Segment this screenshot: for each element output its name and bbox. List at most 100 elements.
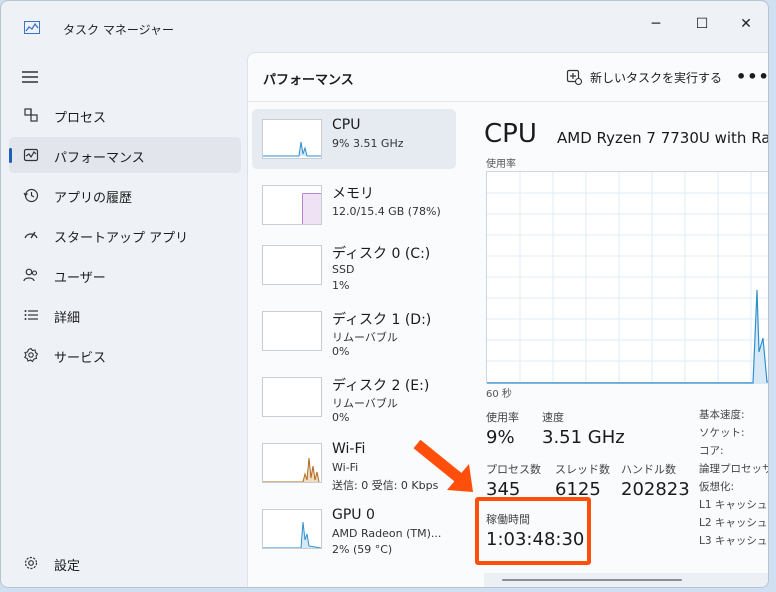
history-icon — [23, 188, 39, 203]
run-new-task-button[interactable]: 新しいタスクを実行する — [566, 65, 722, 89]
info-label-base-speed: 基本速度: — [699, 409, 745, 421]
device-thumbnail — [262, 245, 322, 285]
speed-stat-label: 速度 — [542, 411, 564, 424]
info-label-sockets: ソケット: — [699, 427, 745, 439]
graph-usage-label: 使用率 — [486, 159, 516, 170]
cpu-detail-pane: CPU AMD Ryzen 7 7730U with Radeon 使用率 — [474, 109, 769, 587]
handle-stat-value: 202823 — [621, 479, 690, 500]
sidebar-item-settings[interactable]: 設定 — [9, 545, 241, 581]
annotation-arrow-icon — [413, 439, 473, 492]
detail-title: CPU — [484, 119, 537, 149]
sidebar-item-services[interactable]: サービス — [9, 337, 241, 373]
device-thumbnail — [262, 377, 322, 417]
minimize-icon: ─ — [651, 16, 661, 32]
performance-icon — [23, 148, 39, 162]
task-manager-window: タスク マネージャー ─ ☐ ✕ プロセス パフォーマンス アプリの履歴 スター… — [0, 0, 769, 588]
cpu-usage-graph-svg — [487, 172, 768, 384]
sidebar-item-processes[interactable]: プロセス — [9, 97, 241, 133]
device-card-memory[interactable]: メモリ 12.0/15.4 GB (78%) — [252, 175, 456, 235]
users-icon — [23, 268, 38, 282]
device-thumbnail — [262, 443, 322, 483]
sidebar-item-performance[interactable]: パフォーマンス — [9, 137, 241, 173]
device-name: CPU — [332, 117, 361, 133]
device-thumbnail — [262, 185, 322, 225]
horizontal-scrollbar[interactable] — [484, 573, 768, 587]
device-detail: リムーバブル — [332, 397, 398, 410]
more-options-icon[interactable]: ••• — [736, 67, 768, 86]
details-icon — [24, 310, 38, 320]
chart-icon — [24, 21, 40, 34]
sidebar-item-label: スタートアップ アプリ — [54, 231, 189, 246]
performance-panel: パフォーマンス 新しいタスクを実行する ••• CPU 9% 3.51 GHz … — [247, 52, 769, 587]
sidebar-item-label: 設定 — [54, 559, 81, 574]
sidebar-item-label: サービス — [54, 351, 107, 366]
sidebar-item-details[interactable]: 詳細 — [9, 297, 241, 333]
device-card-disk-2[interactable]: ディスク 2 (E:) リムーバブル 0% — [252, 367, 456, 427]
hamburger-menu-icon[interactable] — [21, 70, 39, 84]
cpu-usage-graph — [486, 171, 768, 384]
speed-stat-value: 3.51 GHz — [542, 427, 625, 448]
device-card-disk-0[interactable]: ディスク 0 (C:) SSD 1% — [252, 235, 456, 295]
device-name: Wi-Fi — [332, 441, 366, 457]
run-new-task-label: 新しいタスクを実行する — [590, 70, 723, 85]
device-detail: 0% — [332, 411, 350, 424]
device-detail: Wi-Fi — [332, 461, 359, 474]
sidebar-item-users[interactable]: ユーザー — [9, 257, 241, 293]
device-list: CPU 9% 3.51 GHz メモリ 12.0/15.4 GB (78%) デ… — [248, 109, 466, 587]
device-thumbnail — [262, 311, 322, 351]
cpu-model-name: AMD Ryzen 7 7730U with Radeon — [557, 129, 768, 147]
sidebar-item-label: 詳細 — [54, 311, 81, 326]
device-detail: 9% 3.51 GHz — [332, 137, 404, 150]
sidebar-item-app-history[interactable]: アプリの履歴 — [9, 177, 241, 213]
device-thumbnail — [262, 119, 322, 159]
device-name: ディスク 2 (E:) — [332, 378, 430, 394]
active-indicator — [9, 148, 12, 163]
device-detail: 0% — [332, 345, 350, 358]
graph-time-label: 60 秒 — [486, 389, 512, 400]
device-detail: 1% — [332, 279, 350, 292]
info-label-virtualization: 仮想化: — [699, 481, 735, 493]
device-card-gpu-0[interactable]: GPU 0 AMD Radeon (TM)... 2% (59 °C) — [252, 499, 456, 559]
device-detail: リムーバブル — [332, 331, 398, 344]
maximize-icon: ☐ — [695, 16, 709, 32]
window-title: タスク マネージャー — [63, 23, 174, 37]
close-icon: ✕ — [740, 16, 752, 32]
thread-stat-label: スレッド数 — [555, 463, 610, 476]
device-detail: 12.0/15.4 GB (78%) — [332, 205, 441, 218]
device-card-cpu[interactable]: CPU 9% 3.51 GHz — [252, 109, 456, 169]
info-label-l1-cache: L1 キャッシュ: — [699, 499, 769, 511]
info-label-l3-cache: L3 キャッシュ: — [699, 535, 769, 547]
handle-stat-label: ハンドル数 — [621, 463, 676, 476]
device-name: ディスク 1 (D:) — [332, 312, 432, 328]
new-task-icon — [566, 69, 582, 85]
device-name: GPU 0 — [332, 507, 375, 523]
minimize-button[interactable]: ─ — [633, 11, 679, 37]
sidebar-item-label: アプリの履歴 — [54, 191, 133, 206]
gear-icon — [24, 556, 38, 570]
info-label-l2-cache: L2 キャッシュ: — [699, 517, 769, 529]
device-card-disk-1[interactable]: ディスク 1 (D:) リムーバブル 0% — [252, 301, 456, 361]
toolbar-divider — [248, 101, 768, 102]
info-label-logical-processors: 論理プロセッサ — [699, 463, 769, 475]
sidebar-item-label: パフォーマンス — [54, 151, 145, 166]
device-detail: SSD — [332, 263, 355, 276]
scrollbar-thumb[interactable] — [502, 579, 682, 581]
close-button[interactable]: ✕ — [723, 11, 768, 37]
title-bar[interactable]: タスク マネージャー ─ ☐ ✕ — [1, 1, 768, 45]
info-label-cores: コア: — [699, 445, 724, 457]
services-icon — [24, 347, 39, 363]
device-detail: AMD Radeon (TM)... — [332, 527, 442, 540]
processes-icon — [24, 108, 38, 122]
uptime-highlight-box — [475, 497, 591, 565]
process-stat-label: プロセス数 — [486, 463, 541, 476]
sidebar-item-label: ユーザー — [54, 271, 106, 286]
usage-stat-value: 9% — [486, 427, 515, 448]
maximize-button[interactable]: ☐ — [679, 11, 725, 37]
startup-icon — [24, 231, 38, 239]
device-name: ディスク 0 (C:) — [332, 246, 431, 262]
sidebar-item-label: プロセス — [54, 111, 107, 126]
device-name: メモリ — [332, 186, 374, 202]
sidebar-item-startup[interactable]: スタートアップ アプリ — [9, 217, 241, 253]
sidebar: プロセス パフォーマンス アプリの履歴 スタートアップ アプリ ユーザー 詳細 … — [1, 45, 247, 587]
device-thumbnail — [262, 509, 322, 549]
